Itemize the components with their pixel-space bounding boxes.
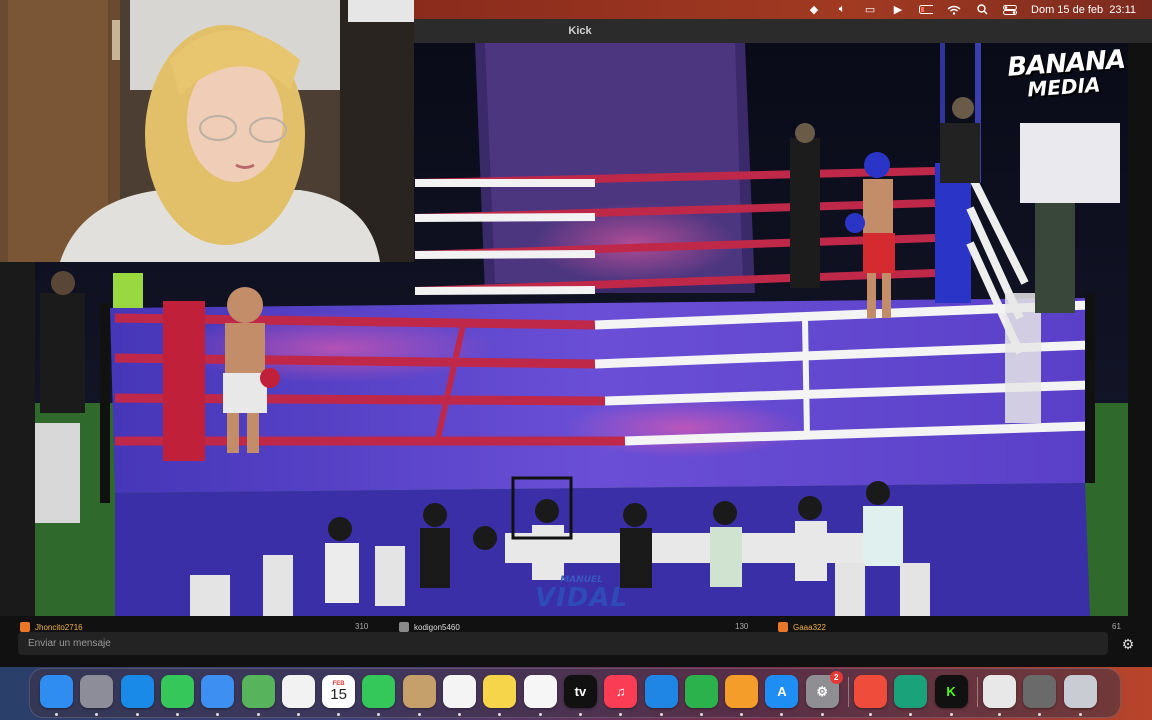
dock-trash-icon[interactable] — [1063, 675, 1097, 708]
running-indicator — [869, 713, 872, 716]
running-indicator — [997, 713, 1001, 716]
dock-contacts-icon[interactable] — [402, 675, 436, 708]
klack-icon[interactable]: ◆ — [807, 4, 821, 16]
leaderboard-count: 130 — [735, 622, 749, 631]
control-center-icon[interactable] — [1003, 4, 1018, 16]
calendar-day: 15 — [330, 686, 347, 703]
dock-keynote-icon[interactable] — [644, 675, 678, 708]
running-indicator — [619, 713, 623, 716]
running-indicator — [1038, 713, 1042, 716]
dock-launchpad-icon[interactable] — [80, 675, 114, 708]
dock-recent-window-icon[interactable] — [1023, 675, 1057, 708]
dock-apple-tv-icon[interactable]: tv — [563, 675, 597, 708]
running-indicator — [175, 713, 179, 716]
screen-mirror-icon[interactable]: ▭ — [863, 4, 877, 16]
running-indicator — [135, 713, 139, 716]
dock-item-label: ♫ — [615, 684, 626, 699]
dock-item-label: A — [777, 684, 787, 699]
dock-mail-icon[interactable] — [201, 675, 235, 708]
streamer-webcam-overlay — [0, 0, 414, 262]
dock-item-label: ⚙ — [816, 683, 829, 699]
leaderboard-entry[interactable]: kodigon5460 — [399, 622, 460, 632]
notification-badge: 2 — [829, 671, 843, 684]
dock-reminders-icon[interactable] — [443, 675, 476, 708]
window-titlebar[interactable]: Kick — [414, 19, 1152, 43]
menubar-clock[interactable]: Dom 15 de feb 23:11 — [1031, 4, 1136, 16]
manuel-vidal-watermark: MANUEL VIDAL — [535, 576, 629, 613]
dock-notes-icon[interactable] — [483, 675, 517, 708]
spotlight-icon[interactable] — [975, 4, 989, 16]
battery-icon[interactable] — [919, 4, 934, 16]
dock-finder-icon[interactable] — [40, 675, 73, 708]
play-icon[interactable]: ▶ — [891, 4, 905, 16]
leaderboard-count: 61 — [1112, 622, 1121, 631]
webcam-scene — [0, 0, 414, 262]
running-indicator — [909, 713, 913, 716]
running-indicator — [578, 713, 582, 716]
chat-message-input[interactable] — [18, 632, 1108, 655]
leaderboard-username: Jhoncito2716 — [35, 622, 83, 632]
running-indicator — [659, 713, 663, 716]
dock-separator — [848, 677, 849, 707]
dock-messages-icon[interactable] — [160, 675, 194, 708]
dock-item-label: K — [946, 684, 956, 699]
window-title: Kick — [568, 25, 592, 37]
dock-anydesk-icon[interactable] — [854, 675, 887, 708]
leaderboard-entry[interactable]: Jhoncito2716 — [20, 622, 83, 632]
chat-input-container — [18, 632, 1108, 655]
running-indicator — [377, 713, 381, 716]
dock-freeform-icon[interactable] — [523, 675, 557, 708]
running-indicator — [820, 713, 824, 716]
macos-dock: FEB 15 tv ♫ A ⚙ 2 K — [29, 668, 1121, 718]
running-indicator — [216, 713, 220, 716]
running-indicator — [780, 713, 784, 716]
running-indicator — [337, 713, 341, 716]
dock-system-settings-icon[interactable]: ⚙ 2 — [805, 671, 843, 708]
wifi-icon[interactable] — [947, 4, 961, 16]
dock-kick-icon[interactable]: K — [934, 675, 968, 708]
running-indicator — [538, 713, 542, 716]
menu-bar: ◆ 🔈︎ ▭ ▶ Dom 15 de feb 23:11 — [414, 0, 1152, 19]
running-indicator — [296, 713, 300, 716]
dock-calendar-icon[interactable]: FEB 15 — [322, 675, 356, 708]
chat-settings-gear-icon[interactable]: ⚙ — [1120, 636, 1136, 652]
dock-maps-icon[interactable] — [241, 675, 275, 708]
dock-item-label: tv — [574, 684, 587, 699]
gift-badge-icon — [20, 622, 30, 632]
running-indicator — [417, 713, 421, 716]
leaderboard-entry[interactable]: Gaaa322 — [778, 622, 826, 632]
dock-safari-icon[interactable] — [120, 675, 154, 708]
dock-pages-icon[interactable] — [725, 675, 759, 708]
leaderboard-username: Gaaa322 — [793, 622, 826, 632]
dock-downloads-stack-icon[interactable] — [982, 675, 1016, 708]
running-indicator — [699, 713, 703, 716]
running-indicator — [256, 713, 260, 716]
dock-music-icon[interactable]: ♫ — [604, 675, 638, 708]
running-indicator — [498, 713, 502, 716]
leaderboard-username: kodigon5460 — [414, 622, 460, 632]
running-indicator — [458, 713, 461, 716]
dock-facetime-icon[interactable] — [362, 675, 396, 708]
running-indicator — [740, 713, 744, 716]
gift-badge-icon — [399, 622, 409, 632]
dock-separator — [976, 677, 978, 707]
dock-android-studio-icon[interactable] — [894, 675, 928, 708]
gift-badge-icon — [778, 622, 788, 632]
leaderboard-count: 310 — [355, 622, 369, 631]
dock-numbers-icon[interactable] — [684, 675, 718, 708]
watermark-large: VIDAL — [535, 583, 629, 613]
running-indicator — [55, 713, 58, 716]
running-indicator — [949, 713, 953, 716]
dock-photos-icon[interactable] — [281, 675, 315, 708]
running-indicator — [95, 713, 99, 716]
volume-icon[interactable]: 🔈︎ — [835, 3, 849, 16]
running-indicator — [1078, 713, 1082, 716]
banana-media-logo: BANANA MEDIA — [1006, 45, 1126, 102]
dock-app-store-icon[interactable]: A — [765, 675, 799, 708]
